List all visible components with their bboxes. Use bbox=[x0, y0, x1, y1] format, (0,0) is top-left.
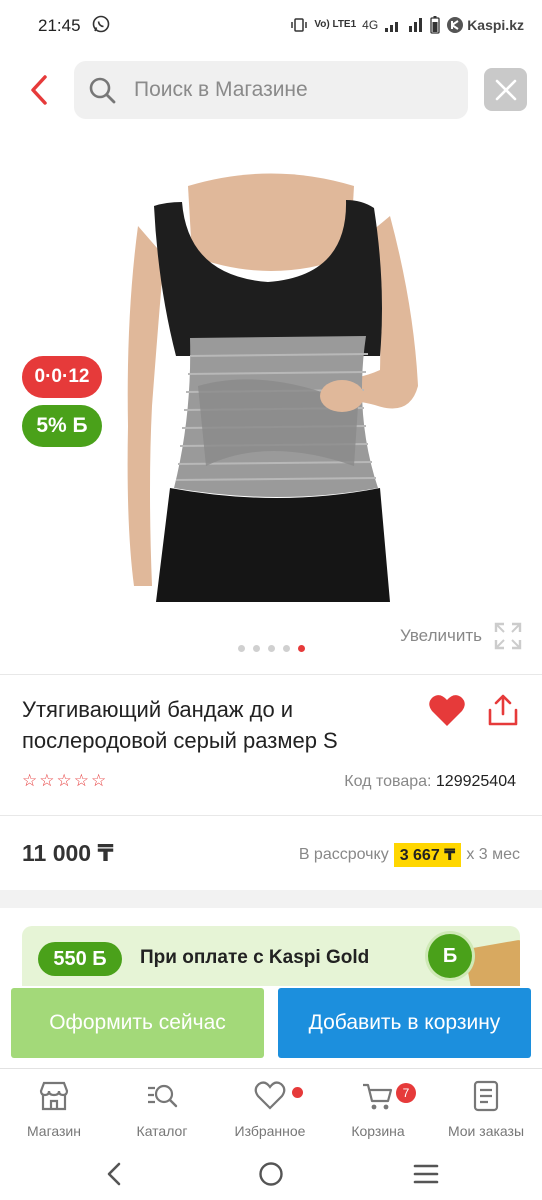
divider bbox=[0, 815, 542, 816]
product-image[interactable] bbox=[118, 166, 424, 602]
bottom-tab-bar: Магазин Каталог Избранное Корзина 7 Мои … bbox=[0, 1068, 542, 1148]
system-recents-button[interactable] bbox=[406, 1158, 446, 1190]
promo-bonus-badge: 550 Б bbox=[38, 942, 122, 976]
star-icon: ☆ bbox=[22, 771, 38, 790]
heart-outline-icon bbox=[254, 1081, 286, 1110]
close-button[interactable] bbox=[484, 68, 527, 111]
installment-suffix: х 3 мес bbox=[466, 846, 520, 863]
favorite-heart-icon[interactable] bbox=[428, 694, 466, 728]
kaspi-gold-promo[interactable]: 550 Б При оплате с Kaspi Gold Б bbox=[22, 926, 520, 986]
cart-icon bbox=[363, 1083, 393, 1110]
star-icon: ☆ bbox=[91, 771, 107, 790]
network-type: 4G bbox=[362, 18, 379, 32]
star-icon: ☆ bbox=[56, 771, 72, 790]
product-title: Утягивающий бандаж до и послеродовой сер… bbox=[22, 697, 338, 753]
search-header: Поиск в Магазине bbox=[0, 58, 542, 122]
section-separator bbox=[0, 890, 542, 908]
search-input[interactable]: Поиск в Магазине bbox=[74, 61, 468, 119]
favorites-indicator bbox=[292, 1087, 303, 1098]
catalog-icon bbox=[148, 1084, 178, 1108]
nav-home-icon bbox=[259, 1162, 283, 1186]
system-navigation-bar bbox=[0, 1148, 542, 1200]
tab-shop[interactable]: Магазин bbox=[0, 1079, 108, 1139]
installment-badge: 0·0·12 bbox=[22, 356, 102, 398]
sku-label: Код товара: bbox=[344, 773, 432, 790]
star-icon: ☆ bbox=[39, 771, 55, 790]
orders-icon bbox=[473, 1080, 499, 1112]
pagination-dot bbox=[238, 645, 245, 652]
pagination-dot bbox=[268, 645, 275, 652]
installment-prefix: В рассрочку bbox=[298, 846, 389, 863]
status-indicators: Vo) LTE1 4G Kaspi.kz bbox=[290, 14, 524, 36]
gallery-pagination bbox=[238, 645, 305, 652]
nav-menu-icon bbox=[413, 1164, 439, 1184]
pagination-dot bbox=[298, 645, 305, 652]
share-icon[interactable] bbox=[486, 692, 520, 728]
kaspi-logo-icon bbox=[447, 17, 464, 33]
volte-indicator: Vo) LTE1 bbox=[314, 19, 357, 30]
battery-icon bbox=[430, 16, 440, 34]
bonus-badge: 5% Б bbox=[22, 405, 102, 447]
promo-text: При оплате с Kaspi Gold bbox=[140, 947, 370, 968]
pagination-dot bbox=[253, 645, 260, 652]
installment-monthly: 3 667 ₸ bbox=[393, 843, 462, 867]
vibrate-icon bbox=[291, 18, 308, 32]
chevron-left-icon bbox=[31, 75, 47, 105]
tab-label: Мои заказы bbox=[447, 1123, 525, 1139]
pagination-dot bbox=[283, 645, 290, 652]
sku-value: 129925404 bbox=[435, 773, 516, 790]
tab-favorites[interactable]: Избранное bbox=[216, 1079, 324, 1139]
card-illustration bbox=[464, 939, 520, 986]
expand-icon bbox=[494, 622, 522, 650]
status-bar: 21:45 Vo) LTE1 4G Kaspi.kz bbox=[0, 0, 542, 50]
tab-cart[interactable]: Корзина 7 bbox=[324, 1079, 432, 1139]
divider bbox=[0, 674, 542, 675]
close-icon bbox=[495, 79, 516, 100]
bonus-coin-icon: Б bbox=[428, 934, 472, 978]
tab-catalog[interactable]: Каталог bbox=[108, 1079, 216, 1139]
tab-label: Каталог bbox=[136, 1123, 188, 1139]
product-code: Код товара: 129925404 bbox=[344, 773, 516, 791]
wifi-icon bbox=[409, 18, 423, 32]
star-icon: ☆ bbox=[73, 771, 89, 790]
tab-label: Избранное bbox=[234, 1123, 306, 1139]
tab-orders[interactable]: Мои заказы bbox=[432, 1079, 540, 1139]
tab-label: Магазин bbox=[26, 1123, 81, 1139]
nav-back-icon bbox=[107, 1162, 121, 1186]
zoom-button[interactable]: Увеличить bbox=[400, 622, 522, 650]
search-icon bbox=[89, 77, 116, 104]
whatsapp-icon bbox=[92, 15, 110, 33]
zoom-label: Увеличить bbox=[400, 626, 482, 645]
signal-icon bbox=[385, 22, 399, 32]
add-to-cart-button[interactable]: Добавить в корзину bbox=[278, 988, 531, 1058]
price: 11 000 ₸ bbox=[22, 840, 114, 866]
back-button[interactable] bbox=[22, 72, 56, 108]
rating-stars: ☆ ☆ ☆ ☆ ☆ bbox=[22, 771, 106, 791]
system-home-button[interactable] bbox=[251, 1158, 291, 1190]
system-back-button[interactable] bbox=[94, 1158, 134, 1190]
tab-label: Корзина bbox=[351, 1123, 405, 1139]
search-placeholder: Поиск в Магазине bbox=[134, 78, 308, 101]
installment-info: В рассрочку 3 667 ₸ х 3 мес bbox=[299, 843, 520, 867]
kaspi-brand: Kaspi.kz bbox=[446, 16, 524, 34]
status-time: 21:45 bbox=[38, 16, 81, 35]
brand-text: Kaspi.kz bbox=[467, 17, 524, 33]
checkout-now-button[interactable]: Оформить сейчас bbox=[11, 988, 264, 1058]
cart-count-badge: 7 bbox=[396, 1083, 416, 1103]
shop-icon bbox=[39, 1081, 69, 1111]
